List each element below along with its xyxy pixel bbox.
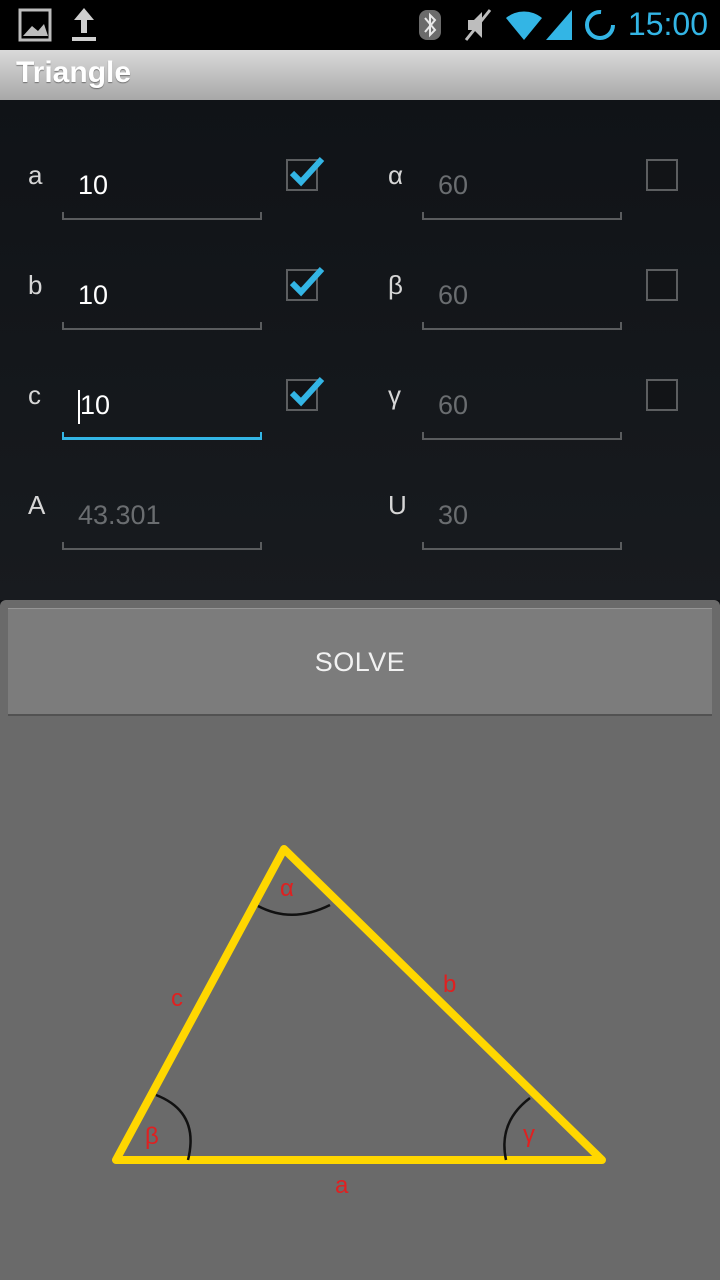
label-area: A	[28, 490, 46, 520]
side-b-checkbox[interactable]	[286, 266, 325, 301]
angle-arc-beta	[155, 1093, 192, 1161]
angle-label-alpha: α	[280, 875, 294, 902]
checkmark-icon	[289, 376, 325, 407]
mute-icon	[464, 9, 492, 41]
wifi-icon	[506, 11, 542, 41]
side-c-value: 10	[80, 390, 111, 420]
triangle-diagram: α β γ a b c	[112, 845, 606, 1199]
angle-alpha-checkbox[interactable]	[646, 159, 678, 191]
perimeter-output[interactable]: 30	[422, 490, 622, 550]
label-angle-alpha: α	[388, 160, 404, 190]
angle-gamma-checkbox[interactable]	[646, 379, 678, 411]
checkmark-icon	[289, 156, 325, 187]
side-c-checkbox[interactable]	[286, 376, 325, 411]
side-label-b: b	[443, 971, 456, 998]
side-label-c: c	[171, 985, 183, 1012]
action-bar: Triangle	[0, 50, 720, 100]
bluetooth-icon	[419, 10, 441, 40]
angle-beta-value: 60	[438, 280, 469, 310]
angle-label-beta: β	[145, 1123, 159, 1150]
gallery-icon	[18, 8, 52, 42]
label-perimeter: U	[388, 490, 407, 520]
side-c-input[interactable]: 10	[62, 380, 262, 440]
status-bar: 15:00	[0, 0, 720, 50]
area-output[interactable]: 43.301	[62, 490, 262, 550]
side-b-value: 10	[78, 280, 109, 310]
app-title: Triangle	[16, 56, 132, 89]
angle-beta-checkbox[interactable]	[646, 269, 678, 301]
clock: 15:00	[627, 6, 708, 42]
result-panel: SOLVE α β γ a b c	[0, 600, 720, 1280]
triangle-form: a 10 α 60 b 10 β 60 c 10 γ 60 A 43.301 U…	[0, 100, 720, 600]
label-angle-gamma: γ	[388, 380, 401, 410]
label-angle-beta: β	[388, 270, 403, 300]
angle-gamma-value: 60	[438, 390, 469, 420]
side-a-value: 10	[78, 170, 109, 200]
text-caret	[78, 390, 80, 424]
side-b-input[interactable]: 10	[62, 270, 262, 330]
angle-gamma-input[interactable]: 60	[422, 380, 622, 440]
upload-icon	[72, 8, 96, 41]
side-label-a: a	[335, 1172, 349, 1199]
angle-arc-alpha	[257, 903, 331, 916]
signal-icon	[546, 10, 572, 40]
label-side-c: c	[28, 380, 41, 410]
checkmark-icon	[289, 266, 325, 297]
side-a-input[interactable]: 10	[62, 160, 262, 220]
area-value: 43.301	[78, 500, 161, 530]
perimeter-value: 30	[438, 500, 469, 530]
sync-icon	[585, 10, 615, 40]
triangle-shape	[112, 845, 606, 1164]
angle-alpha-input[interactable]: 60	[422, 160, 622, 220]
angle-label-gamma: γ	[523, 1121, 535, 1148]
label-side-b: b	[28, 270, 43, 300]
angle-beta-input[interactable]: 60	[422, 270, 622, 330]
angle-alpha-value: 60	[438, 170, 469, 200]
side-a-checkbox[interactable]	[286, 156, 325, 191]
label-side-a: a	[28, 160, 43, 190]
